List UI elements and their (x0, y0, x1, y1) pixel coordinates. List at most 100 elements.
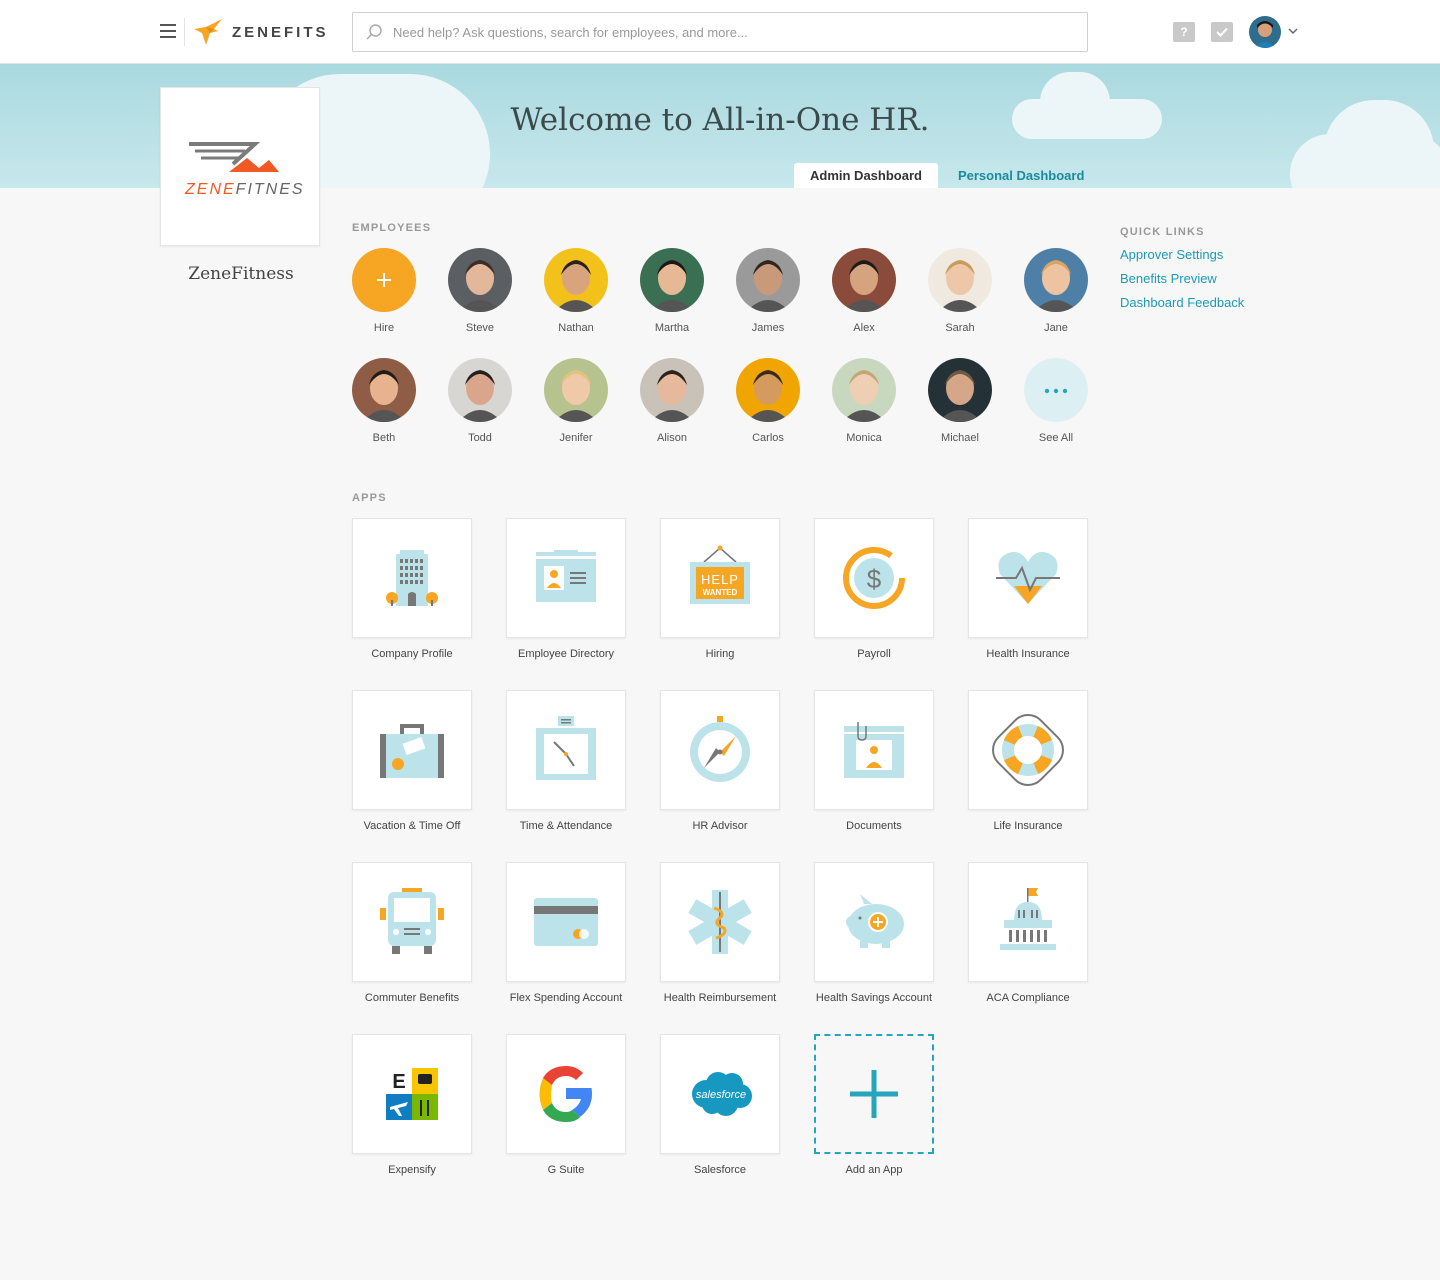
checkmark-icon (1216, 27, 1228, 37)
app-health-insurance[interactable]: Health Insurance (951, 518, 1105, 660)
app-tile[interactable] (506, 518, 626, 638)
avatar (544, 248, 608, 312)
app-tile[interactable] (814, 862, 934, 982)
employee-alison[interactable]: Alison (624, 358, 720, 444)
app-tile[interactable] (506, 1034, 626, 1154)
app-tile[interactable]: E (352, 1034, 472, 1154)
more-icon (1024, 358, 1088, 422)
employee-michael[interactable]: Michael (912, 358, 1008, 444)
app-label: Company Profile (371, 648, 453, 660)
compass-icon (684, 714, 756, 786)
quick-link-benefits-preview[interactable]: Benefits Preview (1120, 271, 1217, 286)
app-tile[interactable] (660, 862, 780, 982)
help-wanted-sign-icon: HELP WANTED (684, 542, 756, 614)
user-avatar[interactable] (1249, 16, 1281, 48)
quick-link-approver-settings[interactable]: Approver Settings (1120, 247, 1223, 262)
app-tile[interactable] (660, 690, 780, 810)
top-bar: ZENEFITS ? (0, 0, 1440, 64)
app-tile[interactable] (352, 862, 472, 982)
app-hr-advisor[interactable]: HR Advisor (643, 690, 797, 832)
employee-steve[interactable]: Steve (432, 248, 528, 334)
app-tile[interactable] (506, 862, 626, 982)
tab-personal-dashboard[interactable]: Personal Dashboard (938, 163, 1100, 188)
chevron-down-icon[interactable] (1288, 27, 1298, 35)
app-commuter-benefits[interactable]: Commuter Benefits (335, 862, 489, 1004)
company-name: ZeneFitness (188, 264, 294, 284)
avatar (544, 358, 608, 422)
app-tile[interactable] (814, 690, 934, 810)
app-tile[interactable]: HELP WANTED (660, 518, 780, 638)
help-button[interactable]: ? (1173, 22, 1195, 42)
app-tile[interactable] (352, 690, 472, 810)
search-input[interactable] (393, 24, 1087, 40)
folder-icon (838, 714, 910, 786)
app-tile[interactable] (506, 690, 626, 810)
app-g-suite[interactable]: G Suite (489, 1034, 643, 1176)
salesforce-icon: salesforce (684, 1058, 756, 1130)
app-vacation-and-time-off[interactable]: Vacation & Time Off (335, 690, 489, 832)
avatar (448, 358, 512, 422)
id-card-icon (530, 542, 602, 614)
bus-icon (376, 886, 448, 958)
zenefits-logo[interactable]: ZENEFITS (192, 16, 329, 48)
app-aca-compliance[interactable]: ACA Compliance (951, 862, 1105, 1004)
app-label: HR Advisor (692, 820, 748, 832)
avatar (640, 358, 704, 422)
app-flex-spending-account[interactable]: Flex Spending Account (489, 862, 643, 1004)
app-expensify[interactable]: E Expensify (335, 1034, 489, 1176)
employee-name: See All (1038, 432, 1074, 444)
app-company-profile[interactable]: Company Profile (335, 518, 489, 660)
employee-nathan[interactable]: Nathan (528, 248, 624, 334)
tab-admin-dashboard[interactable]: Admin Dashboard (794, 163, 938, 188)
app-documents[interactable]: Documents (797, 690, 951, 832)
app-label: Employee Directory (518, 648, 614, 660)
app-tile[interactable] (814, 1034, 934, 1154)
employee-name: Michael (941, 432, 979, 444)
quick-link-dashboard-feedback[interactable]: Dashboard Feedback (1120, 295, 1244, 310)
plus-icon (352, 248, 416, 312)
employee-james[interactable]: James (720, 248, 816, 334)
app-tile[interactable] (968, 862, 1088, 982)
menu-icon[interactable] (160, 24, 176, 38)
app-tile[interactable]: $ (814, 518, 934, 638)
employee-todd[interactable]: Todd (432, 358, 528, 444)
employee-monica[interactable]: Monica (816, 358, 912, 444)
app-add-an-app[interactable]: Add an App (797, 1034, 951, 1176)
app-salesforce[interactable]: salesforce Salesforce (643, 1034, 797, 1176)
company-logo-card[interactable]: ZENEFITNESS (160, 87, 320, 246)
avatar (832, 248, 896, 312)
app-tile[interactable] (968, 690, 1088, 810)
app-life-insurance[interactable]: Life Insurance (951, 690, 1105, 832)
employee-carlos[interactable]: Carlos (720, 358, 816, 444)
app-employee-directory[interactable]: Employee Directory (489, 518, 643, 660)
search-bar[interactable] (352, 12, 1088, 52)
hire-button[interactable]: Hire (336, 248, 432, 334)
employee-name: James (751, 322, 785, 334)
see-all-button[interactable]: See All (1008, 358, 1104, 444)
app-label: ACA Compliance (986, 992, 1070, 1004)
app-health-savings-account[interactable]: Health Savings Account (797, 862, 951, 1004)
help-label: ? (1180, 25, 1188, 39)
app-hiring[interactable]: HELP WANTED Hiring (643, 518, 797, 660)
tasks-button[interactable] (1211, 22, 1233, 42)
employee-alex[interactable]: Alex (816, 248, 912, 334)
app-health-reimbursement[interactable]: Health Reimbursement (643, 862, 797, 1004)
employee-jenifer[interactable]: Jenifer (528, 358, 624, 444)
app-tile[interactable] (352, 518, 472, 638)
app-payroll[interactable]: $ Payroll (797, 518, 951, 660)
app-time-and-attendance[interactable]: Time & Attendance (489, 690, 643, 832)
logo-text-orange: ZENE (184, 181, 236, 198)
dashboard-tabs: Admin Dashboard Personal Dashboard (794, 163, 1100, 188)
apps-title: APPS (352, 492, 387, 504)
employee-jane[interactable]: Jane (1008, 248, 1104, 334)
heart-pulse-icon (992, 542, 1064, 614)
life-ring-icon (992, 714, 1064, 786)
app-tile[interactable]: salesforce (660, 1034, 780, 1154)
app-tile[interactable] (968, 518, 1088, 638)
employee-sarah[interactable]: Sarah (912, 248, 1008, 334)
employee-beth[interactable]: Beth (336, 358, 432, 444)
avatar (352, 358, 416, 422)
employee-martha[interactable]: Martha (624, 248, 720, 334)
logo-text-gray: FITNESS (236, 181, 305, 198)
employee-name: Todd (468, 432, 492, 444)
